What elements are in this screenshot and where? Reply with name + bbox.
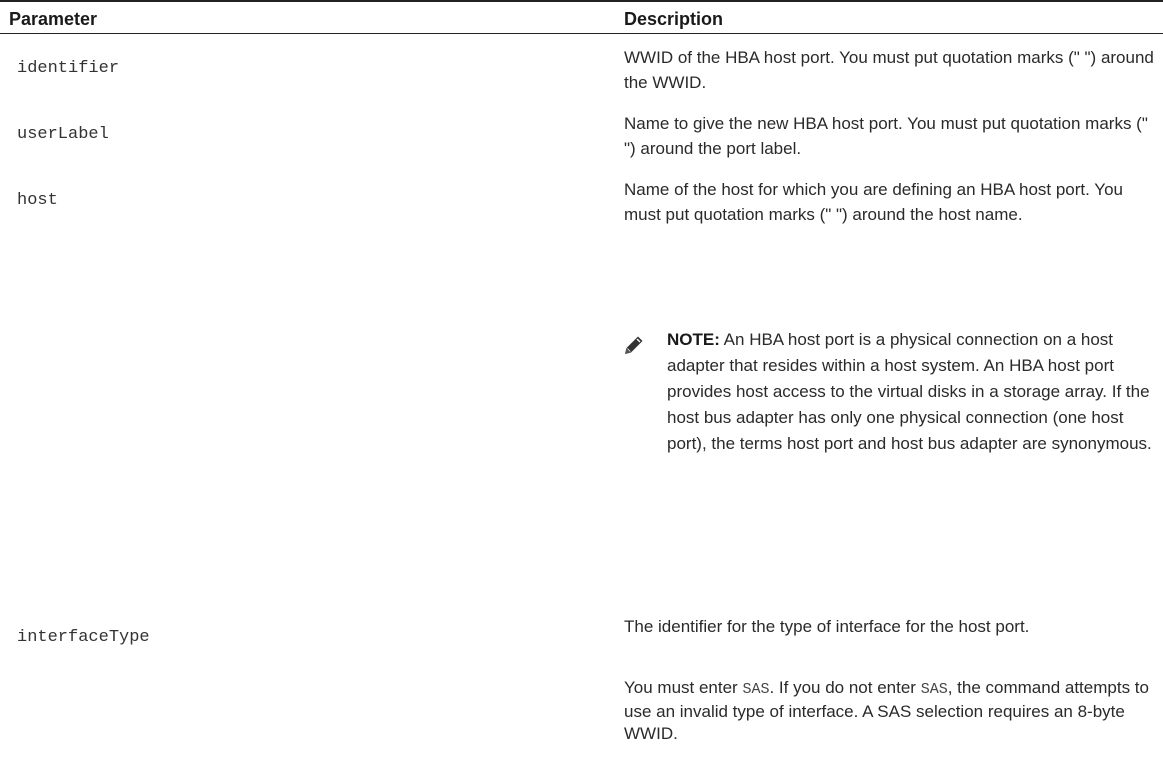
desc-host: Name of the host for which you are defin… xyxy=(624,180,1123,224)
desc-interfacetype-extra: You must enter SAS. If you do not enter … xyxy=(624,677,1156,745)
header-description: Description xyxy=(624,9,724,29)
code-sas-1: SAS xyxy=(742,681,770,698)
header-rule xyxy=(0,33,1163,34)
note-text: An HBA host port is a physical connectio… xyxy=(667,330,1152,453)
param-identifier: identifier xyxy=(17,59,120,78)
table-header-row: Parameter Description xyxy=(0,2,1163,33)
extra-text-1: You must enter xyxy=(624,678,743,697)
pencil-note-icon xyxy=(625,336,643,354)
desc-interfacetype: The identifier for the type of interface… xyxy=(624,617,1030,636)
param-userlabel: userLabel xyxy=(17,125,109,144)
param-interfacetype: interfaceType xyxy=(17,628,150,647)
header-parameter: Parameter xyxy=(9,9,98,29)
note-label: NOTE: xyxy=(667,330,720,349)
param-host: host xyxy=(17,191,58,210)
note-host-port: NOTE: An HBA host port is a physical con… xyxy=(667,327,1157,457)
desc-userlabel: Name to give the new HBA host port. You … xyxy=(624,114,1148,158)
code-sas-2: SAS xyxy=(920,681,948,698)
extra-text-2: . If you do not enter xyxy=(769,678,921,697)
desc-identifier: WWID of the HBA host port. You must put … xyxy=(624,48,1154,92)
